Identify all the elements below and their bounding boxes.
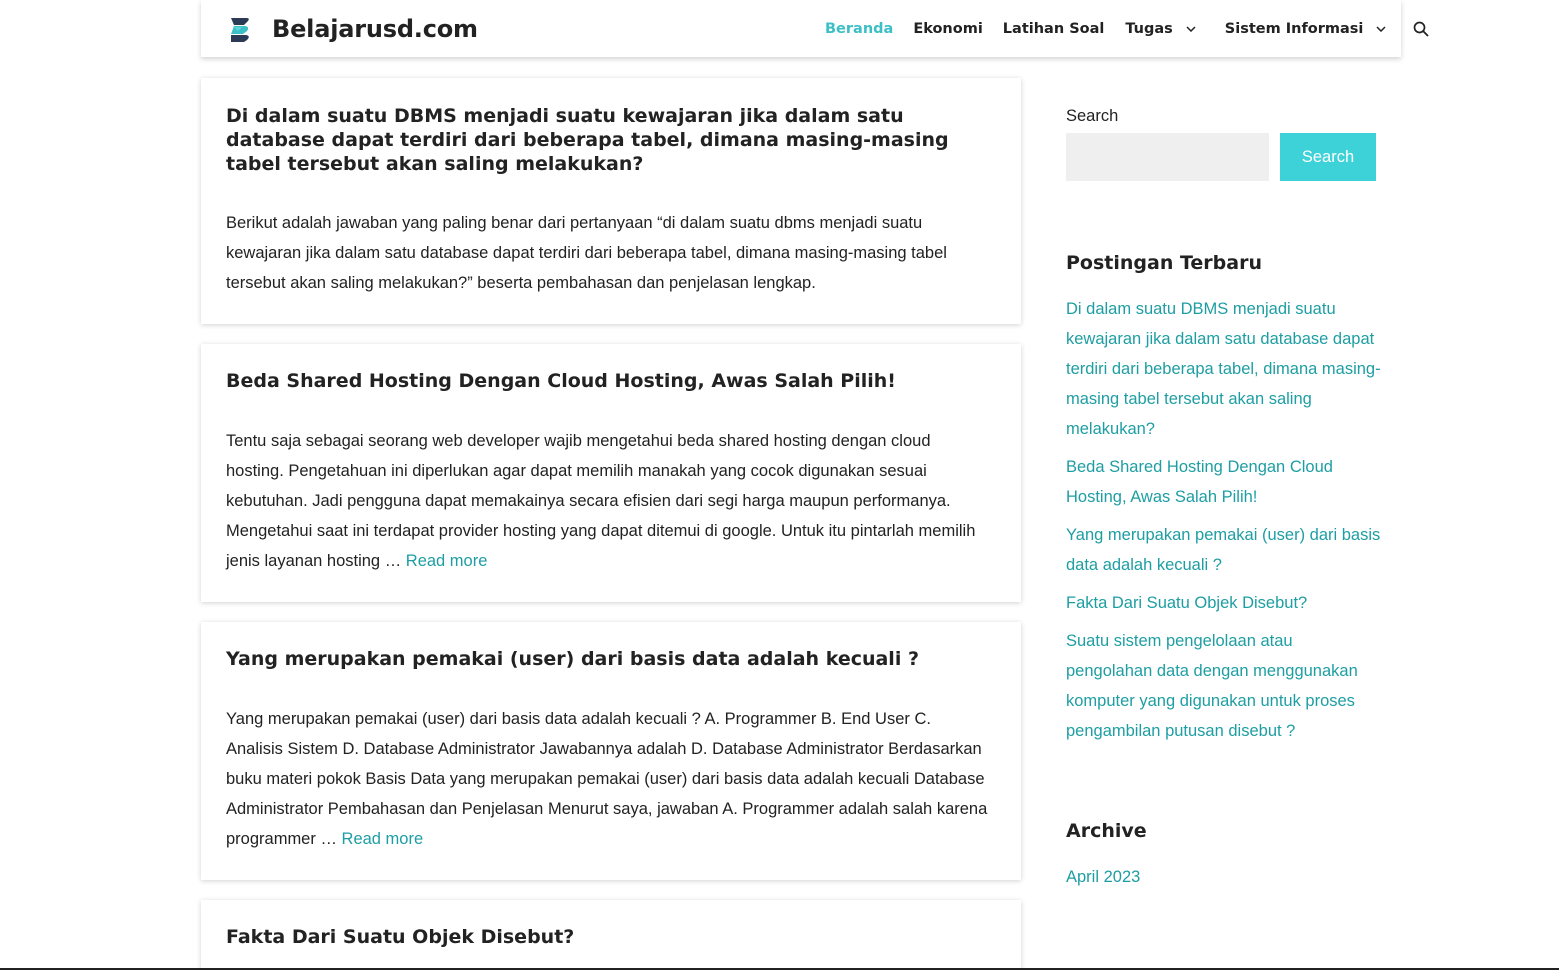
recent-posts-title: Postingan Terbaru (1066, 252, 1262, 274)
main-nav: Beranda Ekonomi Latihan Soal Tugas Siste… (825, 0, 1430, 57)
search-label: Search (1066, 107, 1119, 125)
post-card: Di dalam suatu DBMS menjadi suatu kewaja… (201, 78, 1021, 324)
post-excerpt-block: Yang merupakan pemakai (user) dari basis… (226, 704, 991, 854)
post-card: Beda Shared Hosting Dengan Cloud Hosting… (201, 344, 1021, 602)
recent-post-link[interactable]: Fakta Dari Suatu Objek Disebut? (1066, 588, 1381, 618)
search-icon[interactable] (1413, 21, 1430, 37)
post-excerpt: Berikut adalah jawaban yang paling benar… (226, 214, 947, 292)
search-input[interactable] (1066, 133, 1269, 181)
read-more-link[interactable]: Read more (406, 552, 488, 570)
post-title[interactable]: Yang merupakan pemakai (user) dari basis… (226, 647, 996, 671)
post-title[interactable]: Di dalam suatu DBMS menjadi suatu kewaja… (226, 104, 996, 176)
nav-item-tugas-label: Tugas (1125, 20, 1173, 37)
nav-item-ekonomi[interactable]: Ekonomi (913, 21, 982, 37)
post-title[interactable]: Beda Shared Hosting Dengan Cloud Hosting… (226, 369, 996, 393)
post-excerpt: Yang merupakan pemakai (user) dari basis… (226, 710, 988, 848)
search-button[interactable]: Search (1280, 133, 1376, 181)
recent-posts-list: Di dalam suatu DBMS menjadi suatu kewaja… (1066, 294, 1381, 754)
post-excerpt-block: Tentu saja sebagai seorang web developer… (226, 426, 991, 576)
nav-item-tugas[interactable]: Tugas (1125, 20, 1196, 37)
recent-post-link[interactable]: Yang merupakan pemakai (user) dari basis… (1066, 520, 1381, 580)
read-more-link[interactable]: Read more (342, 830, 424, 848)
post-excerpt: Tentu saja sebagai seorang web developer… (226, 432, 976, 570)
brand-s-logo-icon (231, 17, 249, 42)
post-card: Yang merupakan pemakai (user) dari basis… (201, 622, 1021, 880)
post-card: Fakta Dari Suatu Objek Disebut? (201, 900, 1021, 970)
nav-item-beranda[interactable]: Beranda (825, 21, 893, 37)
recent-post-link[interactable]: Suatu sistem pengelolaan atau pengolahan… (1066, 626, 1381, 746)
recent-post-link[interactable]: Di dalam suatu DBMS menjadi suatu kewaja… (1066, 294, 1381, 444)
chevron-down-icon (1376, 25, 1386, 32)
recent-post-link[interactable]: Beda Shared Hosting Dengan Cloud Hosting… (1066, 452, 1381, 512)
site-header: Belajarusd.com Beranda Ekonomi Latihan S… (201, 0, 1430, 57)
post-title[interactable]: Fakta Dari Suatu Objek Disebut? (226, 925, 996, 949)
archive-title: Archive (1066, 820, 1147, 842)
nav-item-sistem-informasi[interactable]: Sistem Informasi (1225, 21, 1387, 37)
archive-link[interactable]: April 2023 (1066, 862, 1140, 892)
site-title: Belajarusd.com (272, 14, 478, 43)
nav-item-latihan-soal[interactable]: Latihan Soal (1003, 21, 1105, 37)
nav-item-sistem-informasi-label: Sistem Informasi (1224, 20, 1364, 37)
site-brand[interactable]: Belajarusd.com (228, 14, 478, 44)
chevron-down-icon (1186, 25, 1196, 32)
